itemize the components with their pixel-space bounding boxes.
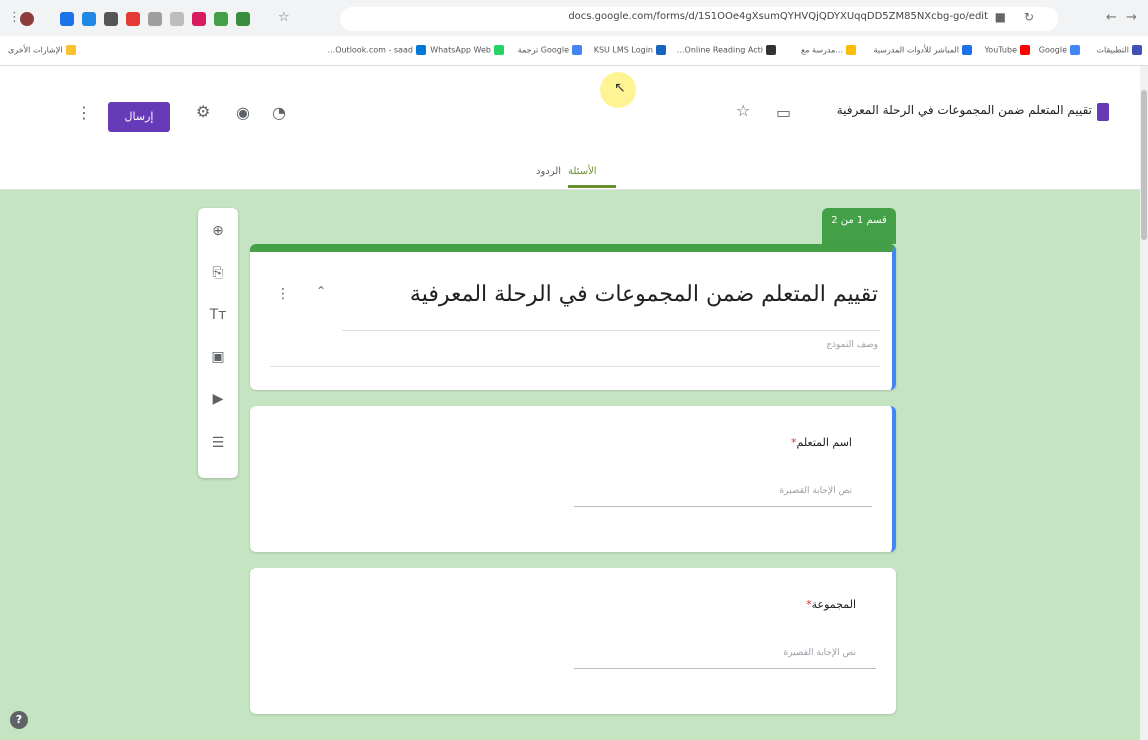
refresh-icon[interactable]: ↻ (1024, 10, 1034, 24)
back-icon[interactable]: ← (1106, 10, 1117, 25)
folder-icon[interactable]: ▭ (776, 103, 791, 122)
add-section-icon[interactable]: ☰ (209, 434, 227, 452)
bookmark-icon (494, 45, 504, 55)
import-questions-icon[interactable]: ⎘ (209, 264, 227, 282)
bookmark-item[interactable]: Outlook.com - saad... (328, 45, 426, 55)
add-image-icon[interactable]: ▣ (209, 348, 227, 366)
bookmark-icon (1020, 45, 1030, 55)
form-description-field[interactable]: وصف النموذج (826, 340, 878, 350)
question-card[interactable]: اسم المتعلم* نص الإجابة القصيرة (250, 406, 896, 552)
add-title-icon[interactable]: Tт (209, 306, 227, 324)
question-label: المجموعة (811, 598, 856, 611)
extension-icon[interactable] (192, 12, 206, 26)
bookmark-item[interactable]: Online Reading Acti... (677, 45, 776, 55)
bookmarks-bar: التطبيقات Google YouTube المباشر للأدوات… (0, 36, 1148, 66)
forms-logo-icon (1097, 103, 1109, 121)
bookmark-item[interactable]: ...مدرسة مع (801, 45, 856, 55)
tab-questions[interactable]: الأسئلة (568, 166, 597, 177)
extension-icon[interactable] (236, 12, 250, 26)
address-bar[interactable]: docs.google.com/forms/d/1S1OOe4gXsumQYHV… (340, 7, 1058, 31)
palette-icon[interactable]: ◔ (272, 103, 286, 122)
bookmark-icon (416, 45, 426, 55)
preview-eye-icon[interactable]: ◉ (236, 103, 250, 122)
form-title-card[interactable]: ⋮ ⌃ تقييم المتعلم ضمن المجموعات في الرحل… (250, 244, 896, 390)
bookmark-icon (1132, 45, 1142, 55)
url-text: docs.google.com/forms/d/1S1OOe4gXsumQYHV… (568, 11, 988, 22)
bookmark-icon (766, 45, 776, 55)
star-icon[interactable]: ☆ (736, 101, 750, 120)
bookmark-item[interactable]: التطبيقات (1097, 45, 1142, 55)
active-tab-indicator (568, 185, 616, 188)
short-answer-placeholder: نص الإجابة القصيرة (779, 486, 852, 496)
more-options-icon[interactable]: ⋮ (76, 103, 92, 122)
doc-title[interactable]: تقييم المتعلم ضمن المجموعات في الرحلة ال… (837, 103, 1092, 117)
question-title[interactable]: اسم المتعلم* (791, 436, 852, 449)
bookmark-item[interactable]: KSU LMS Login (594, 45, 666, 55)
more-options-icon[interactable]: ⋮ (276, 286, 290, 302)
settings-gear-icon[interactable]: ⚙ (196, 102, 210, 121)
extension-icon[interactable] (148, 12, 162, 26)
extension-icon[interactable] (104, 12, 118, 26)
add-video-icon[interactable]: ▶ (209, 390, 227, 408)
description-underline (270, 366, 880, 367)
question-title[interactable]: المجموعة* (806, 598, 856, 611)
browser-toolbar: ⋮ ☆ docs.google.com/forms/d/1S1OOe4gXsum… (0, 0, 1148, 36)
question-card[interactable]: المجموعة* نص الإجابة القصيرة (250, 568, 896, 714)
bookmark-icon (572, 45, 582, 55)
mouse-pointer-icon: ↖ (614, 80, 626, 96)
answer-underline (574, 668, 876, 669)
help-icon[interactable]: ? (10, 711, 28, 729)
add-question-icon[interactable]: ⊕ (209, 222, 227, 240)
bookmark-icon (962, 45, 972, 55)
bookmark-item[interactable]: الإشارات الأخرى (8, 45, 76, 55)
bookmark-item[interactable]: Google ترجمة (518, 45, 582, 55)
short-answer-placeholder: نص الإجابة القصيرة (783, 648, 856, 658)
profile-avatar[interactable] (20, 12, 34, 26)
collapse-icon[interactable]: ⌃ (316, 284, 326, 298)
extension-icon[interactable] (60, 12, 74, 26)
question-label: اسم المتعلم (796, 436, 852, 449)
bookmark-item[interactable]: WhatsApp Web (430, 45, 504, 55)
section-label: قسم 1 من 2 (822, 208, 896, 244)
extension-icon[interactable] (82, 12, 96, 26)
forward-icon[interactable]: → (1126, 10, 1137, 25)
tab-responses[interactable]: الردود (536, 166, 561, 177)
bookmark-icon (656, 45, 666, 55)
extension-icon[interactable] (214, 12, 228, 26)
send-button[interactable]: إرسال (108, 102, 170, 132)
title-underline (342, 330, 880, 331)
form-title[interactable]: تقييم المتعلم ضمن المجموعات في الرحلة ال… (410, 282, 878, 307)
bookmark-star-icon[interactable]: ☆ (278, 10, 290, 25)
bookmark-item[interactable]: المباشر للأدوات المدرسية (874, 45, 972, 55)
scrollbar-thumb[interactable] (1141, 90, 1147, 240)
puzzle-icon[interactable]: ■ (995, 10, 1006, 24)
bookmark-icon (846, 45, 856, 55)
answer-underline (574, 506, 872, 507)
extension-icon[interactable] (126, 12, 140, 26)
question-toolbar: ⊕ ⎘ Tт ▣ ▶ ☰ (198, 208, 238, 478)
folder-icon (65, 45, 76, 55)
extension-icon[interactable] (170, 12, 184, 26)
bookmark-item[interactable]: YouTube (984, 45, 1030, 55)
bookmark-item[interactable]: Google (1039, 45, 1080, 55)
bookmark-icon (1070, 45, 1080, 55)
